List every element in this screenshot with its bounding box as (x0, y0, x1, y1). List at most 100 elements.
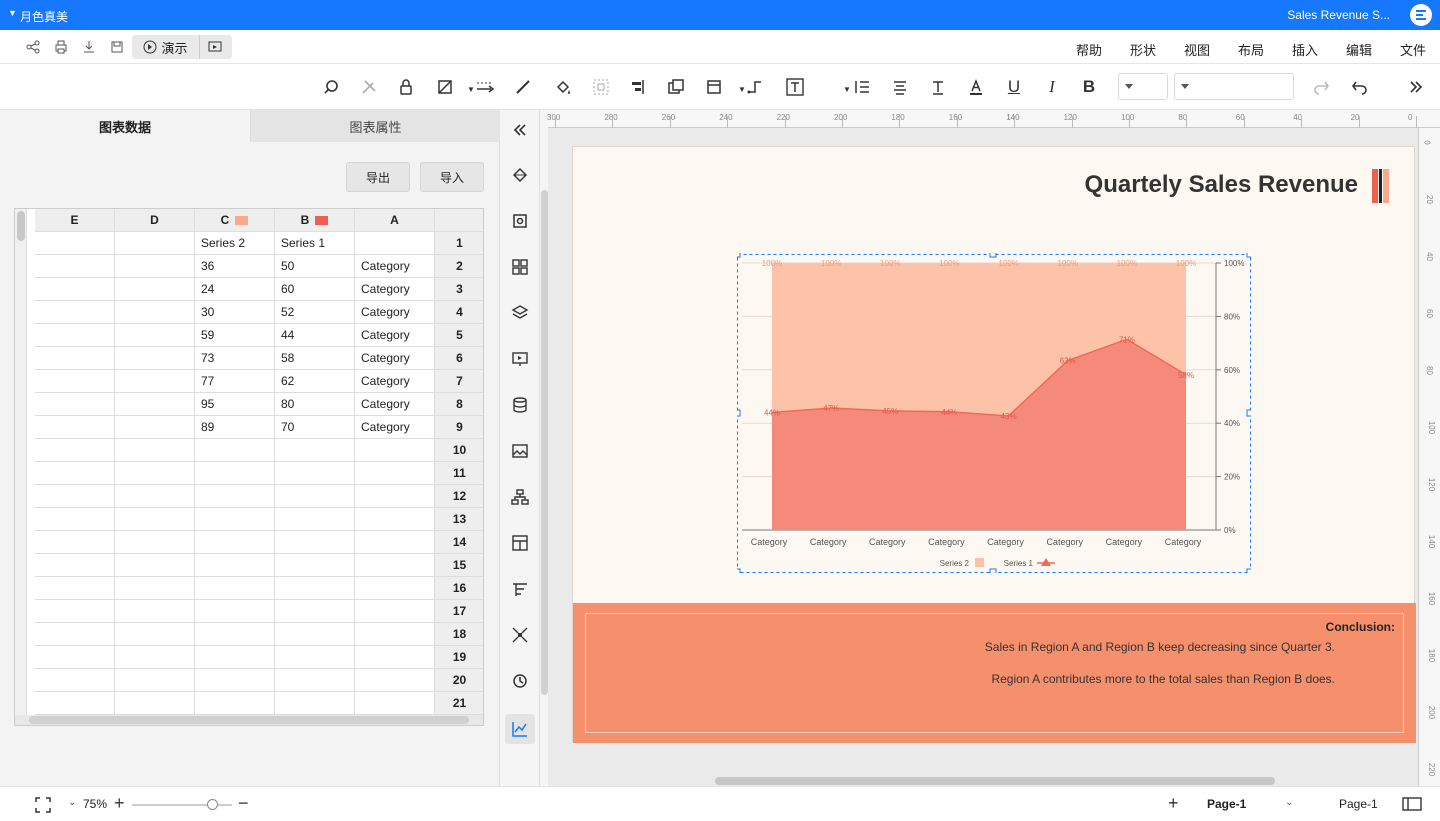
table-cell[interactable]: Category (355, 393, 435, 416)
frame-icon[interactable] (703, 76, 725, 98)
menu-shape[interactable]: 形状 (1130, 40, 1156, 59)
sheet-vertical-scrollbar[interactable] (15, 209, 27, 715)
menu-help[interactable]: 帮助 (1076, 40, 1102, 59)
table-cell[interactable] (355, 232, 435, 255)
page-view-icon[interactable] (1402, 796, 1422, 812)
slide-title[interactable]: Quartely Sales Revenue (1085, 171, 1358, 199)
zoom-slider-handle[interactable] (207, 799, 218, 810)
bold-icon[interactable]: B (1078, 76, 1100, 98)
table-cell[interactable] (115, 347, 195, 370)
table-cell[interactable] (195, 623, 275, 646)
table-cell[interactable]: 89 (195, 416, 275, 439)
column-header-c[interactable]: C (195, 209, 275, 232)
table-cell[interactable] (115, 255, 195, 278)
table-cell[interactable] (275, 508, 355, 531)
table-cell[interactable]: Series 1 (275, 232, 355, 255)
table-cell[interactable]: 95 (195, 393, 275, 416)
table-cell[interactable] (275, 623, 355, 646)
export-button[interactable]: 导出 (346, 162, 410, 192)
history-icon[interactable] (509, 670, 531, 692)
table-cell[interactable] (195, 508, 275, 531)
table-cell[interactable] (195, 669, 275, 692)
table-cell[interactable] (275, 439, 355, 462)
tools-icon[interactable] (358, 76, 380, 98)
table-cell[interactable] (195, 531, 275, 554)
data-spreadsheet[interactable]: A B C D E 1 Series 1 Series 2 2 Category 50 36 3 Cate… (14, 208, 484, 726)
download-icon[interactable] (78, 36, 100, 58)
table-cell[interactable]: Category (355, 278, 435, 301)
table-cell[interactable] (35, 393, 115, 416)
table-cell[interactable]: Category (355, 347, 435, 370)
table-cell[interactable] (275, 692, 355, 715)
table-cell[interactable]: 59 (195, 324, 275, 347)
table-cell[interactable] (195, 439, 275, 462)
table-cell[interactable] (115, 370, 195, 393)
sheet-vertical-scroll-thumb[interactable] (17, 211, 25, 241)
theme-selector[interactable]: 月色真美 (20, 8, 68, 25)
table-cell[interactable]: 36 (195, 255, 275, 278)
table-cell[interactable]: Category (355, 370, 435, 393)
app-logo-icon[interactable] (1410, 4, 1432, 26)
align-right-icon[interactable] (626, 76, 648, 98)
table-cell[interactable] (275, 577, 355, 600)
table-cell[interactable] (35, 278, 115, 301)
chevron-down-icon[interactable]: ⌄ (1285, 797, 1293, 808)
conclusion-section[interactable]: Conclusion: Sales in Region A and Region… (573, 603, 1416, 743)
no-shadow-icon[interactable] (434, 76, 456, 98)
table-cell[interactable] (275, 485, 355, 508)
table-cell[interactable] (355, 577, 435, 600)
timeline-icon[interactable] (509, 578, 531, 600)
table-cell[interactable] (355, 485, 435, 508)
table-cell[interactable] (35, 623, 115, 646)
table-cell[interactable] (355, 508, 435, 531)
column-header-a[interactable]: A (355, 209, 435, 232)
table-cell[interactable] (275, 462, 355, 485)
zoom-in-icon[interactable]: + (114, 793, 125, 814)
table-cell[interactable] (35, 600, 115, 623)
table-cell[interactable] (115, 669, 195, 692)
page-selector[interactable]: Page-1 (1339, 797, 1378, 811)
tab-chart-data[interactable]: 图表数据 (0, 110, 250, 142)
table-cell[interactable] (35, 370, 115, 393)
table-cell[interactable]: 77 (195, 370, 275, 393)
lock-icon[interactable] (395, 76, 417, 98)
org-chart-icon[interactable] (509, 486, 531, 508)
grid-icon[interactable] (509, 256, 531, 278)
save-icon[interactable] (106, 36, 128, 58)
table-cell[interactable] (195, 646, 275, 669)
table-cell[interactable] (35, 646, 115, 669)
table-cell[interactable] (355, 623, 435, 646)
table-cell[interactable]: 62 (275, 370, 355, 393)
series-color-swatch[interactable] (315, 216, 329, 226)
table-cell[interactable]: 60 (275, 278, 355, 301)
table-cell[interactable]: Category (355, 324, 435, 347)
table-cell[interactable]: 24 (195, 278, 275, 301)
connector-icon[interactable] (744, 76, 766, 98)
duplicate-icon[interactable] (665, 76, 687, 98)
table-cell[interactable] (115, 508, 195, 531)
table-cell[interactable]: Series 2 (195, 232, 275, 255)
panel-vertical-scrollbar[interactable] (541, 190, 548, 695)
table-cell[interactable] (355, 600, 435, 623)
table-cell[interactable] (115, 301, 195, 324)
area-chart[interactable]: 0% 20% 40% 60% 80% 100% 58% 100% 71% 100% 63% 100% 4… (737, 253, 1251, 573)
column-header-d[interactable]: D (115, 209, 195, 232)
font-family-select[interactable] (1174, 73, 1294, 100)
undo-icon[interactable] (1348, 76, 1370, 98)
layers-icon[interactable] (509, 302, 531, 324)
menu-view[interactable]: 视图 (1184, 40, 1210, 59)
fullscreen-icon[interactable] (34, 796, 52, 814)
table-cell[interactable] (35, 301, 115, 324)
chevron-down-icon[interactable]: ⌄ (68, 797, 76, 808)
table-cell[interactable] (115, 623, 195, 646)
table-cell[interactable] (35, 255, 115, 278)
text-box-icon[interactable] (784, 76, 806, 98)
table-cell[interactable]: Category (355, 301, 435, 324)
text-style-icon[interactable] (927, 76, 949, 98)
line-style-icon[interactable] (474, 76, 496, 98)
image-icon[interactable] (509, 440, 531, 462)
table-cell[interactable]: 50 (275, 255, 355, 278)
redo-icon[interactable] (1311, 76, 1333, 98)
table-cell[interactable] (35, 416, 115, 439)
table-cell[interactable]: 73 (195, 347, 275, 370)
